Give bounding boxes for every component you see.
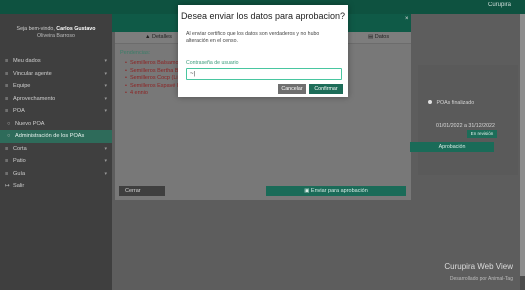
sidebar-item-label: Corta bbox=[13, 145, 27, 152]
sidebar-item-4[interactable]: ≡ POA ▾ bbox=[0, 105, 112, 118]
status-dot-icon bbox=[428, 100, 432, 104]
menu-icon: ≡ bbox=[5, 83, 9, 90]
date-range: 01/01/2022 a 31/12/2022 bbox=[436, 123, 495, 129]
user-sub: Oliveira Barroso bbox=[37, 33, 75, 39]
dialog-text: Al enviar certifico que los datos son ve… bbox=[186, 31, 320, 44]
chevron-down-icon: ▾ bbox=[104, 95, 107, 102]
password-label: Contraseña de usuario bbox=[186, 60, 239, 66]
pendencia-item: Semilleros Espavé I bbox=[125, 83, 180, 91]
chevron-down-icon: ▾ bbox=[104, 70, 107, 77]
footer-title: Curupira Web View bbox=[444, 262, 513, 271]
sidebar-item-2[interactable]: ≡ Equipe ▾ bbox=[0, 80, 112, 93]
sidebar-item-label: Aprovechamento bbox=[13, 95, 56, 102]
sidebar-item-5[interactable]: ○ Nuevo POA bbox=[0, 118, 112, 131]
pendencias-title: Pendencias: bbox=[120, 50, 151, 56]
brand-link[interactable]: Curupira bbox=[488, 2, 511, 8]
menu-icon: ≡ bbox=[5, 58, 9, 65]
bell-icon: ▲ bbox=[145, 34, 151, 40]
status-indicator: POAs finalizado bbox=[428, 100, 474, 106]
menu-icon: ≡ bbox=[5, 95, 9, 102]
tab-details[interactable]: ▲ Detalles bbox=[145, 34, 172, 40]
pendencia-item: Semilleros Cocp (Li bbox=[125, 75, 180, 83]
confirm-button[interactable]: Confirmar bbox=[309, 84, 343, 94]
welcome-text: Seja bem-vindo, Carlos Gustavo Oliveira … bbox=[0, 26, 112, 40]
sidebar-item-0[interactable]: ≡ Meu dados ▾ bbox=[0, 55, 112, 68]
sidebar-item-label: Patio bbox=[13, 158, 26, 165]
menu-icon: ≡ bbox=[5, 145, 9, 152]
circle-icon: ○ bbox=[7, 133, 11, 140]
welcome-prefix: Seja bem-vindo, bbox=[16, 26, 55, 32]
pendencia-item: 4 ennio bbox=[125, 90, 180, 98]
chevron-down-icon: ▾ bbox=[104, 170, 107, 177]
right-panel bbox=[418, 65, 518, 175]
sidebar-item-8[interactable]: ≡ Patio ▾ bbox=[0, 155, 112, 168]
send-for-approval-button[interactable]: ▣ Enviar para aprobación bbox=[266, 186, 406, 196]
status-text: POAs finalizado bbox=[436, 100, 475, 106]
sidebar-item-label: Equipe bbox=[13, 83, 31, 90]
tab-data-label: Datos bbox=[374, 34, 390, 40]
sidebar-item-label: Salir bbox=[13, 183, 25, 190]
footer-subtitle: Desarrollado por Animal-Tag bbox=[449, 276, 513, 282]
sidebar-item-10[interactable]: ↦ Salir bbox=[0, 180, 112, 193]
pendencia-item: Semilleros Balsamo bbox=[125, 60, 180, 68]
approve-button[interactable]: Aprobación bbox=[410, 142, 494, 152]
close-icon[interactable]: × bbox=[405, 16, 409, 22]
send-icon: ▣ bbox=[304, 188, 310, 194]
sidebar-item-label: Guía bbox=[13, 170, 26, 177]
table-icon: ▤ bbox=[368, 34, 374, 40]
sidebar-item-label: Administración de los POAs bbox=[15, 133, 85, 140]
menu-icon: ↦ bbox=[5, 183, 10, 190]
dialog-title: Desea enviar los datos para aprobacion? bbox=[180, 11, 346, 21]
sidebar-item-label: Vincular agente bbox=[13, 70, 52, 77]
circle-icon: ○ bbox=[7, 120, 11, 127]
menu-icon: ≡ bbox=[5, 70, 9, 77]
sidebar-item-6[interactable]: ○ Administración de los POAs bbox=[0, 130, 112, 143]
tab-details-label: Detalles bbox=[151, 34, 172, 40]
sidebar-item-7[interactable]: ≡ Corta ▾ bbox=[0, 143, 112, 156]
review-tag: En revisión bbox=[467, 130, 497, 138]
chevron-down-icon: ▾ bbox=[104, 83, 107, 90]
sidebar-item-3[interactable]: ≡ Aprovechamento ▾ bbox=[0, 93, 112, 106]
chevron-down-icon: ▾ bbox=[104, 58, 107, 65]
chevron-down-icon: ▾ bbox=[104, 158, 107, 165]
send-label: Enviar para aprobación bbox=[310, 188, 368, 194]
menu-icon: ≡ bbox=[5, 108, 9, 115]
pendencia-item: Semilleros Bertha Bl bbox=[125, 68, 180, 76]
chevron-down-icon: ▾ bbox=[104, 108, 107, 115]
sidebar-item-1[interactable]: ≡ Vincular agente ▾ bbox=[0, 68, 112, 81]
chevron-down-icon: ▾ bbox=[104, 145, 107, 152]
sidebar-item-label: Meu dados bbox=[13, 58, 41, 65]
sidebar-item-label: POA bbox=[13, 108, 25, 115]
sidebar-item-label: Nuevo POA bbox=[15, 120, 45, 127]
sidebar-item-9[interactable]: ≡ Guía ▾ bbox=[0, 168, 112, 181]
sidebar-menu: ≡ Meu dados ▾ ≡ Vincular agente ▾ ≡ Equipe ▾ ≡ Apr… bbox=[0, 55, 112, 193]
menu-icon: ≡ bbox=[5, 170, 9, 177]
scrollbar-thumb[interactable] bbox=[520, 14, 525, 276]
pendencias-list: Semilleros BalsamoSemilleros Bertha BlSe… bbox=[125, 60, 180, 98]
sidebar: Seja bem-vindo, Carlos Gustavo Oliveira … bbox=[0, 14, 112, 290]
menu-icon: ≡ bbox=[5, 158, 9, 165]
close-button[interactable]: Cerrar bbox=[119, 186, 165, 196]
password-input[interactable] bbox=[186, 68, 342, 80]
cancel-button[interactable]: Cancelar bbox=[278, 84, 306, 94]
tab-data[interactable]: ▤ Datos bbox=[368, 34, 389, 40]
user-name: Carlos Gustavo bbox=[56, 26, 96, 32]
